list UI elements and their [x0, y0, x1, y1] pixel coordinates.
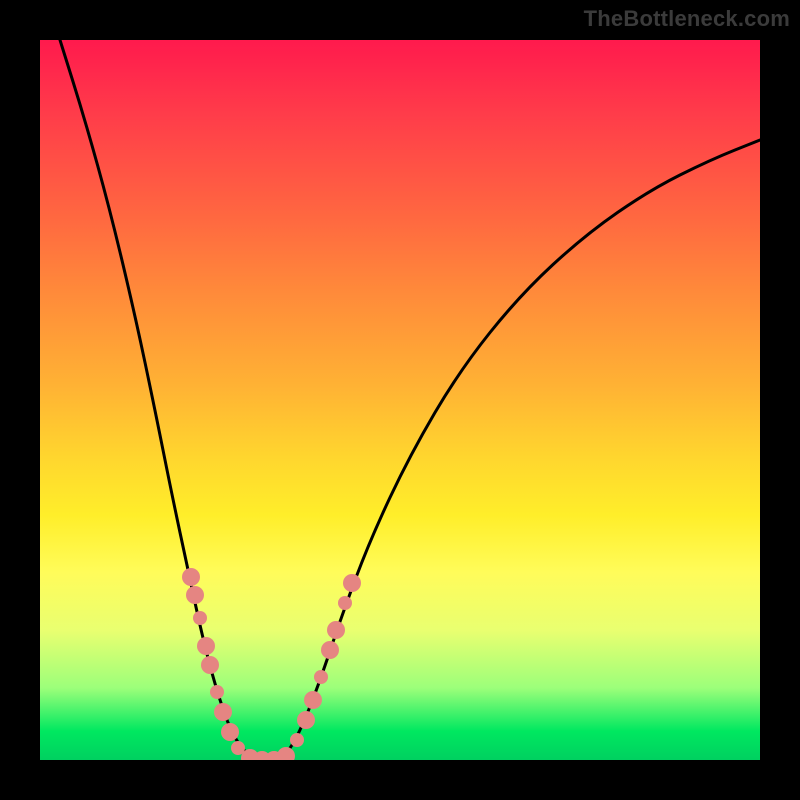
outer-frame: TheBottleneck.com	[0, 0, 800, 800]
highlight-dot	[214, 703, 232, 721]
highlight-dot	[210, 685, 224, 699]
highlight-dot	[221, 723, 239, 741]
highlight-dot	[321, 641, 339, 659]
highlight-dot	[314, 670, 328, 684]
highlight-dot	[186, 586, 204, 604]
highlight-dot	[182, 568, 200, 586]
highlight-dot	[197, 637, 215, 655]
chart-svg	[40, 40, 760, 760]
highlight-dot	[327, 621, 345, 639]
curve-group	[60, 40, 760, 760]
watermark-text: TheBottleneck.com	[584, 6, 790, 32]
highlight-dot	[277, 747, 295, 760]
highlight-dot	[338, 596, 352, 610]
highlight-dot	[297, 711, 315, 729]
highlight-dot	[201, 656, 219, 674]
curve-right-arm	[278, 140, 760, 760]
highlight-dot	[343, 574, 361, 592]
highlight-dots-group	[182, 568, 361, 760]
highlight-dot	[290, 733, 304, 747]
plot-area	[40, 40, 760, 760]
highlight-dot	[304, 691, 322, 709]
curve-left-arm	[60, 40, 258, 760]
highlight-dot	[193, 611, 207, 625]
